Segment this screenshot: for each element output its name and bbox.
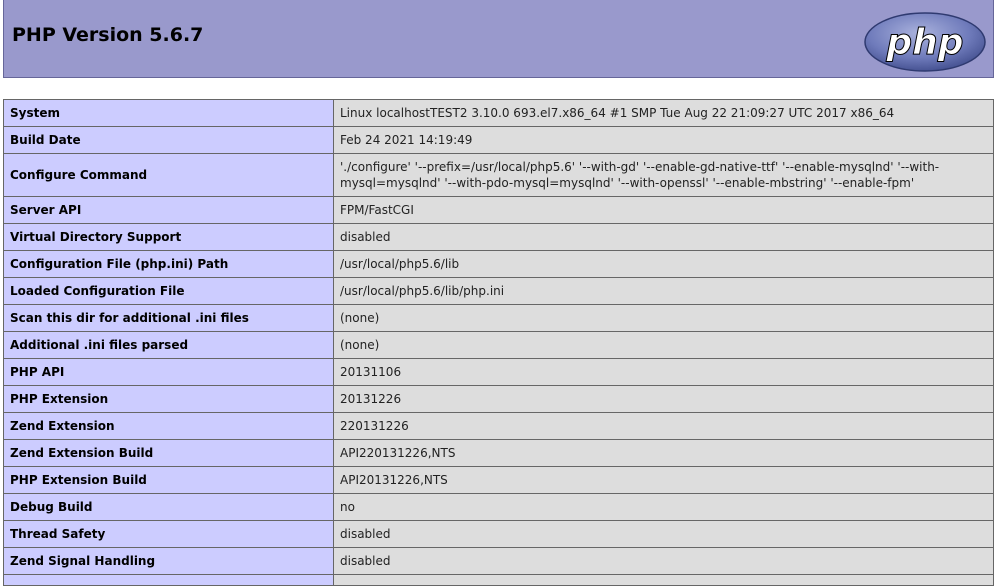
table-row: PHP API 20131106 (3, 358, 994, 386)
row-value: 20131106 (333, 358, 994, 386)
row-label (3, 574, 334, 586)
row-value: 220131226 (333, 412, 994, 440)
row-value: './configure' '--prefix=/usr/local/php5.… (333, 153, 994, 197)
table-row: Configuration File (php.ini) Path/usr/lo… (3, 250, 994, 278)
row-value: /usr/local/php5.6/lib (333, 250, 994, 278)
table-row: System Linux localhostTEST2 3.10.0 693.el… (3, 99, 994, 127)
table-row: PHP Extension 20131226 (3, 385, 994, 413)
row-label: Configuration File (php.ini) Path (3, 250, 334, 278)
row-label: Zend Signal Handling (3, 547, 334, 575)
row-label: Build Date (3, 126, 334, 154)
row-label: PHP Extension (3, 385, 334, 413)
row-label: Additional .ini files parsed (3, 331, 334, 359)
table-row: Thread Safety disabled (3, 520, 994, 548)
row-value: (none) (333, 304, 994, 332)
php-info-table: System Linux localhostTEST2 3.10.0 693.el… (3, 99, 994, 586)
table-row: Server API FPM/FastCGI (3, 196, 994, 224)
table-row: Configure Command './configure' '--prefix… (3, 153, 994, 197)
table-row: Zend Signal Handling disabled (3, 547, 994, 575)
row-value: disabled (333, 223, 994, 251)
row-label: Zend Extension Build (3, 439, 334, 467)
row-value: API20131226,NTS (333, 466, 994, 494)
page-title: PHP Version 5.6.7 (12, 24, 204, 46)
row-label: Zend Extension (3, 412, 334, 440)
row-value: FPM/FastCGI (333, 196, 994, 224)
table-row: Zend Extension Build API220131226,NTS (3, 439, 994, 467)
row-label: PHP API (3, 358, 334, 386)
table-row: Scan this dir for additional .ini files(… (3, 304, 994, 332)
table-row: PHP Extension Build API20131226,NTS (3, 466, 994, 494)
row-label: Server API (3, 196, 334, 224)
table-row: Zend Extension 220131226 (3, 412, 994, 440)
table-row: Loaded Configuration File/usr/local/php5… (3, 277, 994, 305)
php-version-header: PHP Version 5.6.7 php (3, 0, 994, 78)
row-value: disabled (333, 547, 994, 575)
row-value: disabled (333, 520, 994, 548)
php-logo-text: php (885, 22, 963, 63)
table-row: Debug Build no (3, 493, 994, 521)
row-label: Virtual Directory Support (3, 223, 334, 251)
row-value: no (333, 493, 994, 521)
table-row: Build Date Feb 24 2021 14:19:49 (3, 126, 994, 154)
row-label: Scan this dir for additional .ini files (3, 304, 334, 332)
row-value (333, 574, 994, 586)
row-label: Debug Build (3, 493, 334, 521)
row-label: Loaded Configuration File (3, 277, 334, 305)
row-value: /usr/local/php5.6/lib/php.ini (333, 277, 994, 305)
table-row: Virtual Directory Support disabled (3, 223, 994, 251)
table-row: Additional .ini files parsed (none) (3, 331, 994, 359)
row-value: Feb 24 2021 14:19:49 (333, 126, 994, 154)
row-label: System (3, 99, 334, 127)
row-value: Linux localhostTEST2 3.10.0 693.el7.x86_… (333, 99, 994, 127)
row-value: API220131226,NTS (333, 439, 994, 467)
php-logo-icon: php (864, 12, 986, 72)
row-value: 20131226 (333, 385, 994, 413)
table-row (3, 574, 994, 586)
row-label: Thread Safety (3, 520, 334, 548)
row-label: Configure Command (3, 153, 334, 197)
row-label: PHP Extension Build (3, 466, 334, 494)
row-value: (none) (333, 331, 994, 359)
